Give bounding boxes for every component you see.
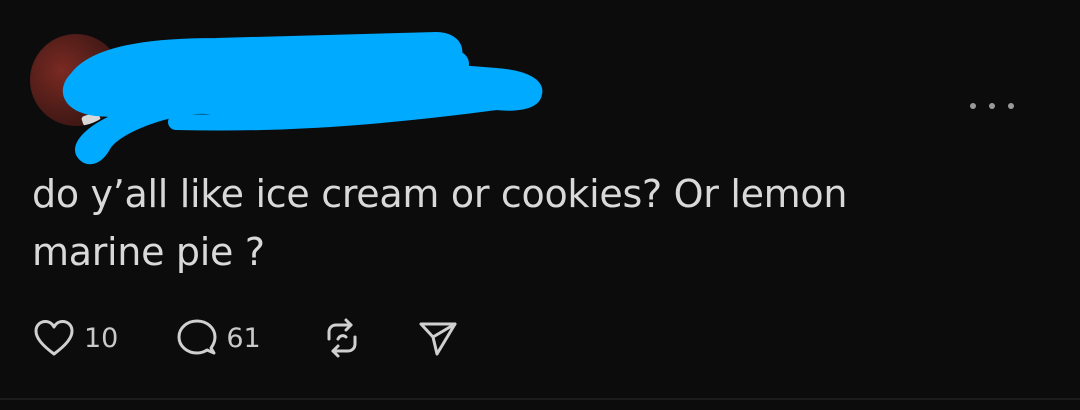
reply-button[interactable]: 61 xyxy=(176,317,261,359)
post-text: do y’all like ice cream or cookies? Or l… xyxy=(32,172,848,274)
post-divider xyxy=(0,398,1080,400)
more-options-button[interactable] xyxy=(970,94,1014,118)
post-header xyxy=(30,28,1050,168)
like-count: 10 xyxy=(84,322,119,354)
heart-icon xyxy=(34,320,74,356)
like-button[interactable]: 10 xyxy=(32,318,118,358)
post: do y’all like ice cream or cookies? Or l… xyxy=(0,0,1080,410)
comment-icon xyxy=(177,319,217,355)
share-button[interactable] xyxy=(417,317,459,359)
ellipsis-dot xyxy=(1008,103,1014,109)
repost-button[interactable] xyxy=(321,317,363,359)
post-actions: 10 61 xyxy=(32,314,459,362)
send-icon xyxy=(419,322,457,356)
ellipsis-dot xyxy=(989,103,995,109)
repost-icon xyxy=(327,318,357,358)
ellipsis-icon xyxy=(970,103,976,109)
reply-count: 61 xyxy=(226,322,261,354)
redaction-scribble xyxy=(62,32,543,165)
